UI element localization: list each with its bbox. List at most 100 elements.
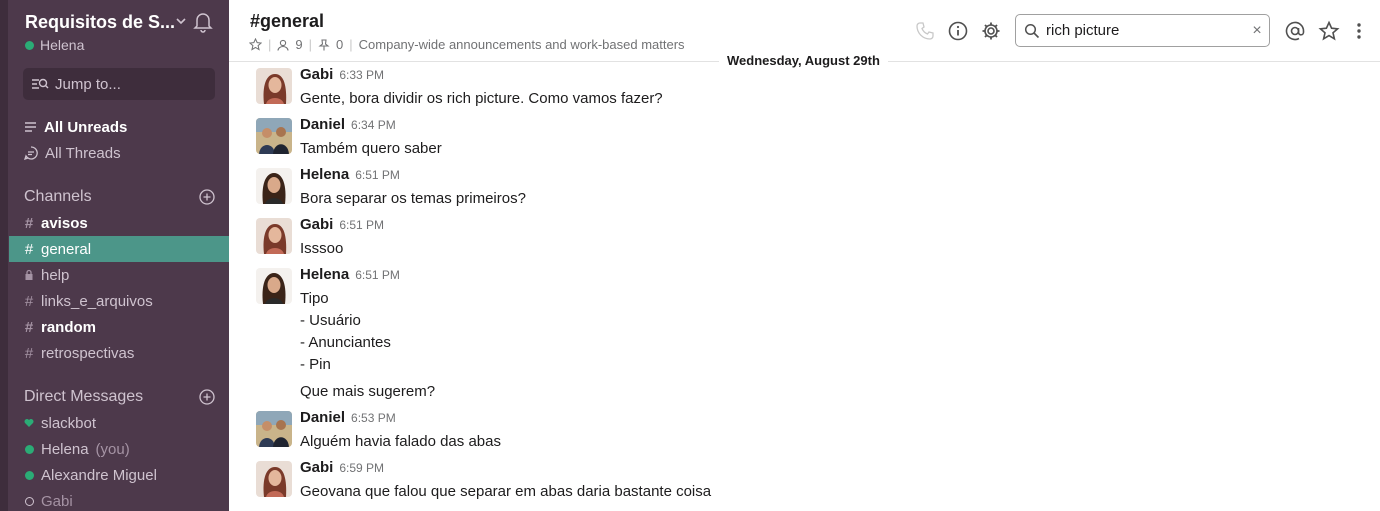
message-time[interactable]: 6:51 PM bbox=[339, 218, 384, 232]
online-status-icon bbox=[24, 467, 34, 484]
message-header: Daniel 6:53 PM bbox=[300, 409, 396, 426]
search-icon bbox=[1024, 23, 1040, 38]
avatar-image bbox=[256, 411, 292, 447]
message-time[interactable]: 6:34 PM bbox=[351, 118, 396, 132]
pinned-count[interactable]: 0 bbox=[336, 37, 343, 52]
current-user-name: Helena bbox=[40, 37, 85, 53]
all-unreads-label: All Unreads bbox=[44, 118, 128, 136]
sidebar-item-avisos[interactable]: # avisos bbox=[0, 210, 229, 236]
channel-name: avisos bbox=[41, 214, 88, 232]
message-author[interactable]: Daniel bbox=[300, 409, 345, 426]
message-text: - Usuário bbox=[300, 312, 361, 329]
avatar[interactable] bbox=[256, 168, 292, 204]
jump-to-label: Jump to... bbox=[55, 75, 121, 93]
info-icon[interactable] bbox=[947, 20, 969, 42]
sidebar-item-all-unreads[interactable]: All Unreads bbox=[0, 114, 229, 140]
channel-name: random bbox=[41, 318, 97, 336]
message-text: Tipo bbox=[300, 290, 329, 307]
sidebar-item-all-threads[interactable]: All Threads bbox=[0, 140, 229, 166]
add-channel-icon[interactable] bbox=[199, 189, 215, 205]
sidebar-dm-alexandre-miguel[interactable]: Alexandre Miguel bbox=[0, 462, 229, 488]
avatar[interactable] bbox=[256, 218, 292, 254]
starred-items-icon[interactable] bbox=[1318, 20, 1340, 42]
channel-name: links_e_arquivos bbox=[41, 292, 153, 310]
sidebar-dm-helena[interactable]: Helena (you) bbox=[0, 436, 229, 462]
day-divider[interactable]: Wednesday, August 29th bbox=[719, 53, 888, 68]
channels-header[interactable]: Channels bbox=[24, 188, 92, 206]
dm-name: slackbot bbox=[41, 414, 97, 432]
sidebar-dm-gabi[interactable]: Gabi bbox=[0, 488, 229, 511]
star-icon[interactable] bbox=[249, 38, 262, 51]
members-count[interactable]: 9 bbox=[295, 37, 302, 52]
hash-icon: # bbox=[24, 240, 34, 258]
jump-to-icon bbox=[32, 78, 49, 89]
message-time[interactable]: 6:51 PM bbox=[355, 268, 400, 282]
workspace-name[interactable]: Requisitos de S... bbox=[25, 12, 175, 33]
channel-meta: | 9 | 0 | Company-wide announcements and… bbox=[249, 37, 685, 52]
message-header: Daniel 6:34 PM bbox=[300, 116, 396, 133]
online-status-icon bbox=[24, 441, 34, 458]
dm-name: Helena bbox=[41, 440, 89, 458]
avatar[interactable] bbox=[256, 461, 292, 497]
avatar-image bbox=[256, 68, 292, 104]
threads-icon bbox=[24, 146, 38, 160]
hash-icon: # bbox=[24, 292, 34, 310]
search-input[interactable]: rich picture bbox=[1046, 22, 1239, 39]
sidebar-item-help[interactable]: help bbox=[0, 262, 229, 288]
message-author[interactable]: Gabi bbox=[300, 66, 333, 83]
mentions-icon[interactable] bbox=[1284, 20, 1306, 42]
message-text: Também quero saber bbox=[300, 140, 442, 157]
unreads-icon bbox=[25, 122, 36, 132]
message-author[interactable]: Helena bbox=[300, 266, 349, 283]
message-time[interactable]: 6:51 PM bbox=[355, 168, 400, 182]
add-dm-icon[interactable] bbox=[199, 389, 215, 405]
sidebar-item-links-e-arquivos[interactable]: # links_e_arquivos bbox=[0, 288, 229, 314]
message-time[interactable]: 6:33 PM bbox=[339, 68, 384, 82]
pin-icon[interactable] bbox=[318, 38, 330, 51]
channel-title[interactable]: #general bbox=[250, 11, 324, 32]
sidebar-item-random[interactable]: # random bbox=[0, 314, 229, 340]
phone-icon[interactable] bbox=[914, 20, 936, 42]
message-text: - Anunciantes bbox=[300, 334, 391, 351]
message-text: Alguém havia falado das abas bbox=[300, 433, 501, 450]
message-author[interactable]: Gabi bbox=[300, 459, 333, 476]
chevron-down-icon[interactable] bbox=[175, 14, 187, 28]
message-time[interactable]: 6:53 PM bbox=[351, 411, 396, 425]
message-text: Que mais sugerem? bbox=[300, 383, 436, 400]
avatar-image bbox=[256, 218, 292, 254]
avatar[interactable] bbox=[256, 118, 292, 154]
members-icon[interactable] bbox=[277, 39, 289, 51]
divider: | bbox=[349, 37, 353, 52]
away-status-icon bbox=[24, 493, 34, 510]
sidebar-item-retrospectivas[interactable]: # retrospectivas bbox=[0, 340, 229, 366]
message-header: Gabi 6:33 PM bbox=[300, 66, 384, 83]
message-header: Gabi 6:51 PM bbox=[300, 216, 384, 233]
dm-name: Gabi bbox=[41, 492, 73, 510]
message-time[interactable]: 6:59 PM bbox=[339, 461, 384, 475]
message-author[interactable]: Helena bbox=[300, 166, 349, 183]
sidebar-item-general[interactable]: # general bbox=[9, 236, 229, 262]
message-text: Bora separar os temas primeiros? bbox=[300, 190, 526, 207]
bell-icon[interactable] bbox=[193, 11, 213, 33]
avatar[interactable] bbox=[256, 268, 292, 304]
jump-to-button[interactable]: Jump to... bbox=[23, 68, 215, 100]
dm-you-suffix: (you) bbox=[95, 440, 130, 458]
more-options-icon[interactable] bbox=[1348, 20, 1370, 42]
gear-icon[interactable] bbox=[980, 20, 1002, 42]
all-threads-label: All Threads bbox=[45, 144, 121, 162]
channel-topic[interactable]: Company-wide announcements and work-base… bbox=[359, 37, 685, 52]
avatar[interactable] bbox=[256, 411, 292, 447]
direct-messages-header[interactable]: Direct Messages bbox=[24, 388, 143, 406]
message-author[interactable]: Gabi bbox=[300, 216, 333, 233]
clear-search-icon[interactable]: × bbox=[1245, 22, 1269, 40]
current-user[interactable]: Helena bbox=[25, 37, 84, 53]
message-author[interactable]: Daniel bbox=[300, 116, 345, 133]
search-box[interactable]: rich picture × bbox=[1015, 14, 1270, 47]
sidebar-dm-slackbot[interactable]: slackbot bbox=[0, 410, 229, 436]
avatar-image bbox=[256, 461, 292, 497]
message-header: Gabi 6:59 PM bbox=[300, 459, 384, 476]
hash-icon: # bbox=[24, 318, 34, 336]
avatar[interactable] bbox=[256, 68, 292, 104]
channel-name: help bbox=[41, 266, 70, 284]
message-header: Helena 6:51 PM bbox=[300, 266, 400, 283]
